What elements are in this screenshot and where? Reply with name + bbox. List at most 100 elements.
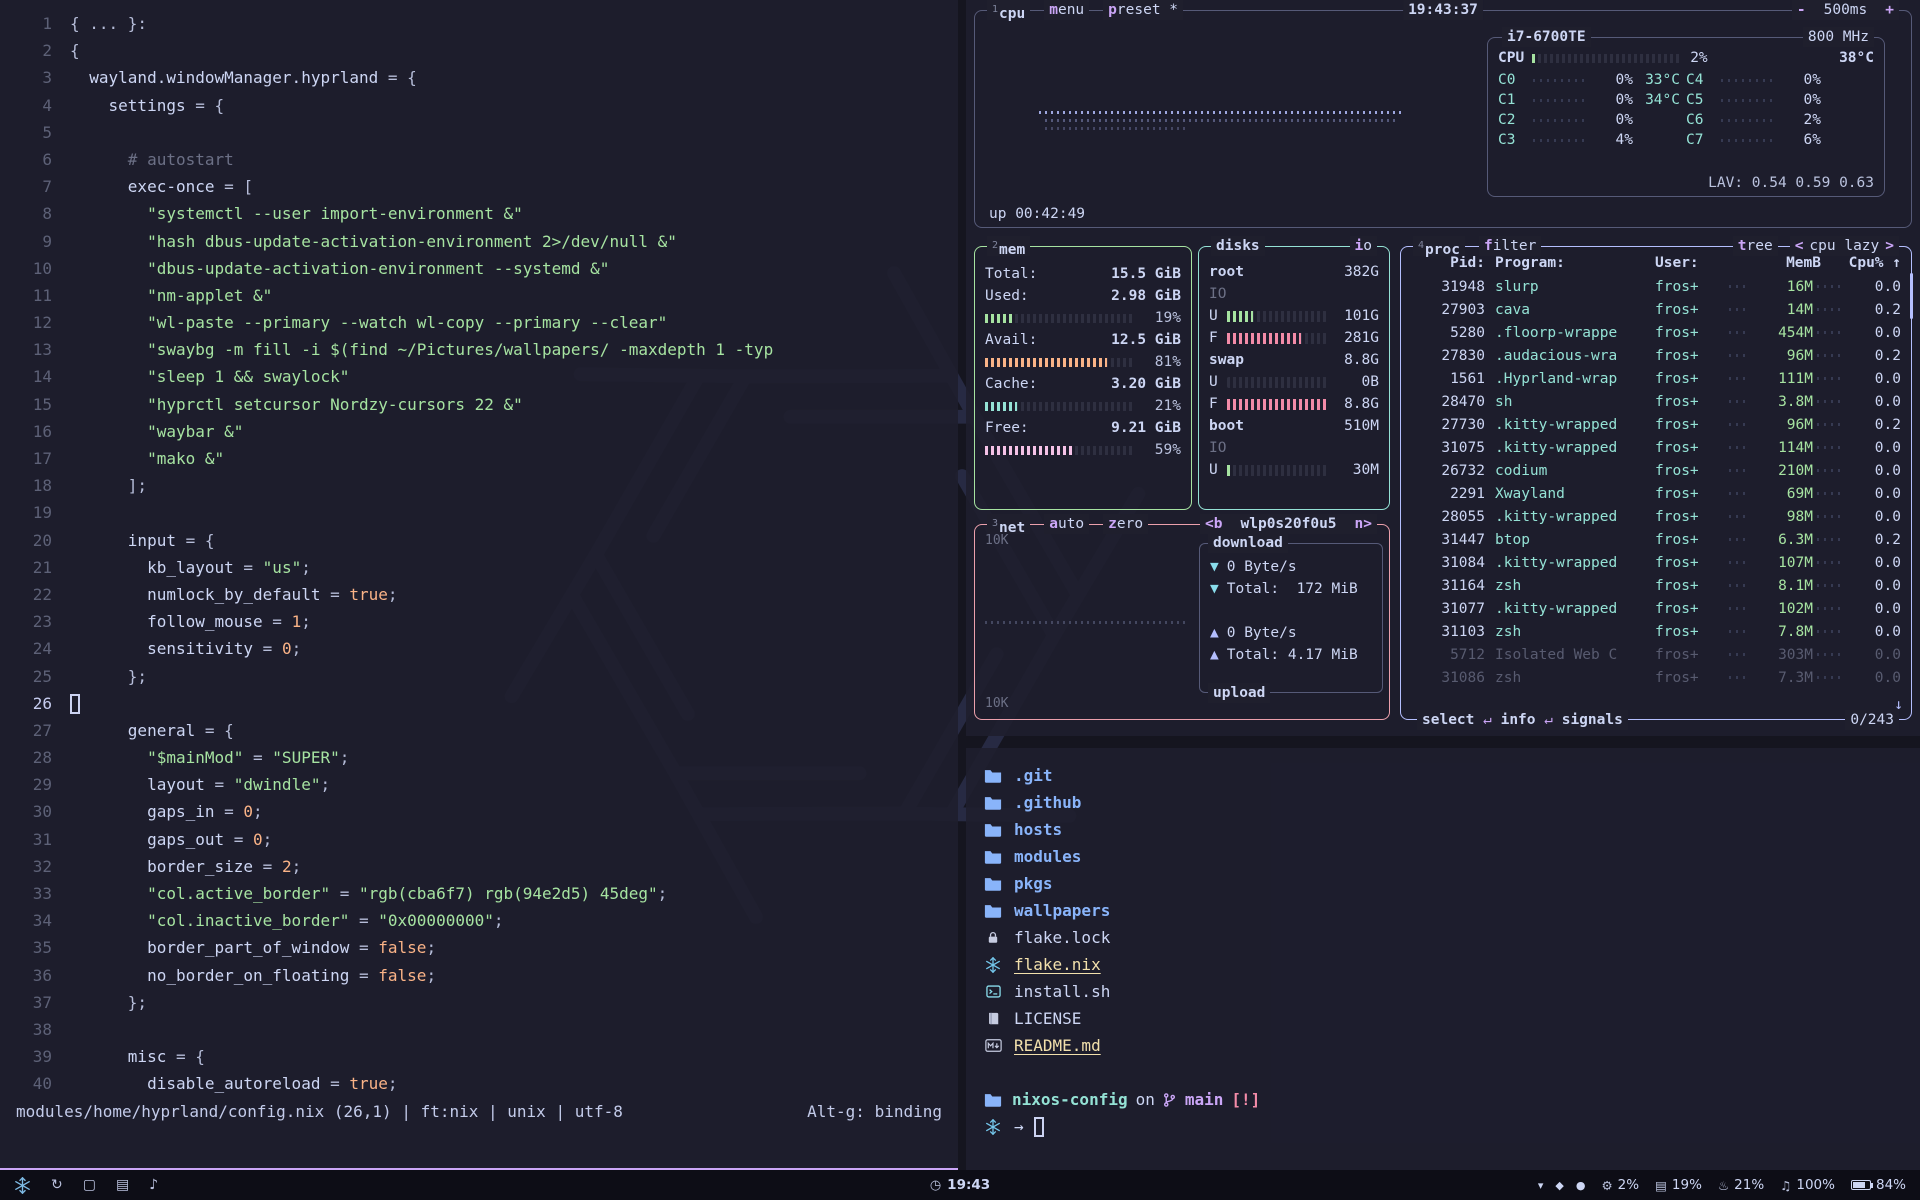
process-row[interactable]: 28055.kitty-wrappedfros+98M0.0 [1411,505,1901,528]
process-row[interactable]: 31948slurpfros+16M0.0 [1411,275,1901,298]
editor-line[interactable]: 8 "systemctl --user import-environment &… [8,200,950,227]
launcher-terminal-icon[interactable]: ▢ [83,1177,96,1193]
launcher-power-icon[interactable]: ↻ [51,1177,63,1193]
filter-button[interactable]: filter [1479,236,1541,256]
process-row[interactable]: 5712Isolated Web Cfros+303M0.0 [1411,643,1901,666]
editor-line[interactable]: 6 # autostart [8,146,950,173]
menu-button[interactable]: menu [1044,0,1089,20]
editor-line[interactable]: 21 kb_layout = "us"; [8,554,950,581]
editor-line[interactable]: 34 "col.inactive_border" = "0x00000000"; [8,907,950,934]
cpu-usage-module[interactable]: ⚙2% [1601,1177,1639,1193]
editor-line[interactable]: 23 follow_mouse = 1; [8,608,950,635]
process-row[interactable]: 5280.floorp-wrappefros+454M0.0 [1411,321,1901,344]
io-mode-toggle[interactable]: io [1350,236,1377,256]
tray-icon-1[interactable]: ▾ [1538,1179,1544,1192]
header-memb[interactable]: MemB [1761,255,1821,271]
editor-line[interactable]: 20 input = { [8,527,950,554]
process-row[interactable]: 31103zshfros+7.8M0.0 [1411,620,1901,643]
editor-line[interactable]: 27 general = { [8,717,950,744]
process-row[interactable]: 27830.audacious-wrafros+96M0.2 [1411,344,1901,367]
editor-line[interactable]: 39 misc = { [8,1043,950,1070]
editor-line[interactable]: 4 settings = { [8,92,950,119]
process-row[interactable]: 1561.Hyprland-wrapfros+111M0.0 [1411,367,1901,390]
process-row[interactable]: 31075.kitty-wrappedfros+114M0.0 [1411,436,1901,459]
file-entry[interactable]: flake.nix [982,951,1904,978]
interval-decrease-button[interactable]: - [1797,0,1806,20]
editor-line[interactable]: 1{ ... }: [8,10,950,37]
editor-line[interactable]: 33 "col.active_border" = "rgb(cba6f7) rg… [8,880,950,907]
net-device-switcher[interactable]: <bwlp0s20f0u5n> [1200,514,1377,534]
file-entry[interactable]: modules [982,843,1904,870]
editor-line[interactable]: 13 "swaybg -m fill -i $(find ~/Pictures/… [8,336,950,363]
header-program[interactable]: Program: [1485,255,1655,271]
editor-line[interactable]: 32 border_size = 2; [8,853,950,880]
file-entry[interactable]: .github [982,789,1904,816]
process-row[interactable]: 27730.kitty-wrappedfros+96M0.2 [1411,413,1901,436]
memory-usage-module[interactable]: ▤19% [1655,1177,1702,1193]
process-row[interactable]: 2291Xwaylandfros+69M0.0 [1411,482,1901,505]
editor-line[interactable]: 38 [8,1016,950,1043]
tray-icon-2[interactable]: ◆ [1555,1179,1563,1192]
file-entry[interactable]: hosts [982,816,1904,843]
update-interval-control[interactable]: -500ms+ [1792,0,1899,20]
editor-line[interactable]: 31 gaps_out = 0; [8,826,950,853]
editor-line[interactable]: 5 [8,119,950,146]
editor-line[interactable]: 14 "sleep 1 && swaylock" [8,363,950,390]
editor-line[interactable]: 26 [8,690,950,717]
editor-line[interactable]: 35 border_part_of_window = false; [8,934,950,961]
tray-icon-3[interactable]: ● [1576,1179,1586,1192]
file-entry[interactable]: README.md [982,1032,1904,1059]
editor-line[interactable]: 16 "waybar &" [8,418,950,445]
process-row[interactable]: 28470shfros+3.8M0.0 [1411,390,1901,413]
editor-line[interactable]: 36 no_border_on_floating = false; [8,962,950,989]
editor-line[interactable]: 10 "dbus-update-activation-environment -… [8,255,950,282]
process-row[interactable]: 26732codiumfros+210M0.0 [1411,459,1901,482]
header-cpu[interactable]: Cpu% ↑ [1847,255,1901,271]
editor-line[interactable]: 2{ [8,37,950,64]
editor-line[interactable]: 28 "$mainMod" = "SUPER"; [8,744,950,771]
net-zero-toggle[interactable]: zero [1103,514,1148,534]
preset-button[interactable]: preset * [1103,0,1183,20]
battery-module[interactable]: 84% [1851,1177,1906,1193]
process-row[interactable]: 31077.kitty-wrappedfros+102M0.0 [1411,597,1901,620]
editor-line[interactable]: 18 ]; [8,472,950,499]
launcher-files-icon[interactable]: ▤ [116,1177,129,1193]
editor-line[interactable]: 25 }; [8,663,950,690]
file-entry[interactable]: .git [982,762,1904,789]
file-entry[interactable]: wallpapers [982,897,1904,924]
volume-module[interactable]: ♫100% [1780,1177,1835,1193]
shell-input-line[interactable]: → [982,1113,1904,1140]
file-entry[interactable]: install.sh [982,978,1904,1005]
file-entry[interactable]: flake.lock [982,924,1904,951]
select-hint[interactable]: select ↵ info ↵ signals [1417,710,1628,730]
editor-line[interactable]: 15 "hyprctl setcursor Nordzy-cursors 22 … [8,391,950,418]
process-row[interactable]: 31164zshfros+8.1M0.0 [1411,574,1901,597]
launcher-music-icon[interactable]: ♪ [149,1177,158,1193]
editor-line[interactable]: 37 }; [8,989,950,1016]
editor-line[interactable]: 17 "mako &" [8,445,950,472]
editor-line[interactable]: 19 [8,499,950,526]
editor-line[interactable]: 22 numlock_by_default = true; [8,581,950,608]
file-entry[interactable]: LICENSE [982,1005,1904,1032]
process-row[interactable]: 31447btopfros+6.3M0.2 [1411,528,1901,551]
editor-line[interactable]: 9 "hash dbus-update-activation-environme… [8,228,950,255]
editor-line[interactable]: 29 layout = "dwindle"; [8,771,950,798]
sort-selector[interactable]: <cpu lazy> [1790,236,1899,256]
proc-scrollbar[interactable] [1910,273,1913,319]
process-row[interactable]: 27903cavafros+14M0.2 [1411,298,1901,321]
editor-line[interactable]: 30 gaps_in = 0; [8,798,950,825]
tree-toggle[interactable]: tree [1733,236,1778,256]
nix-menu-icon[interactable] [14,1177,31,1194]
net-auto-toggle[interactable]: auto [1044,514,1089,534]
temperature-module[interactable]: ♨21% [1718,1177,1764,1193]
editor-line[interactable]: 12 "wl-paste --primary --watch wl-copy -… [8,309,950,336]
process-row[interactable]: 31084.kitty-wrappedfros+107M0.0 [1411,551,1901,574]
editor-line[interactable]: 11 "nm-applet &" [8,282,950,309]
interval-increase-button[interactable]: + [1885,0,1894,20]
taskbar-clock[interactable]: ◷ 19:43 [930,1177,990,1193]
editor-line[interactable]: 24 sensitivity = 0; [8,635,950,662]
editor-line[interactable]: 3 wayland.windowManager.hyprland = { [8,64,950,91]
editor-line[interactable]: 40 disable_autoreload = true; [8,1070,950,1097]
editor-buffer[interactable]: 1{ ... }:2{3 wayland.windowManager.hyprl… [8,10,950,1098]
file-entry[interactable]: pkgs [982,870,1904,897]
